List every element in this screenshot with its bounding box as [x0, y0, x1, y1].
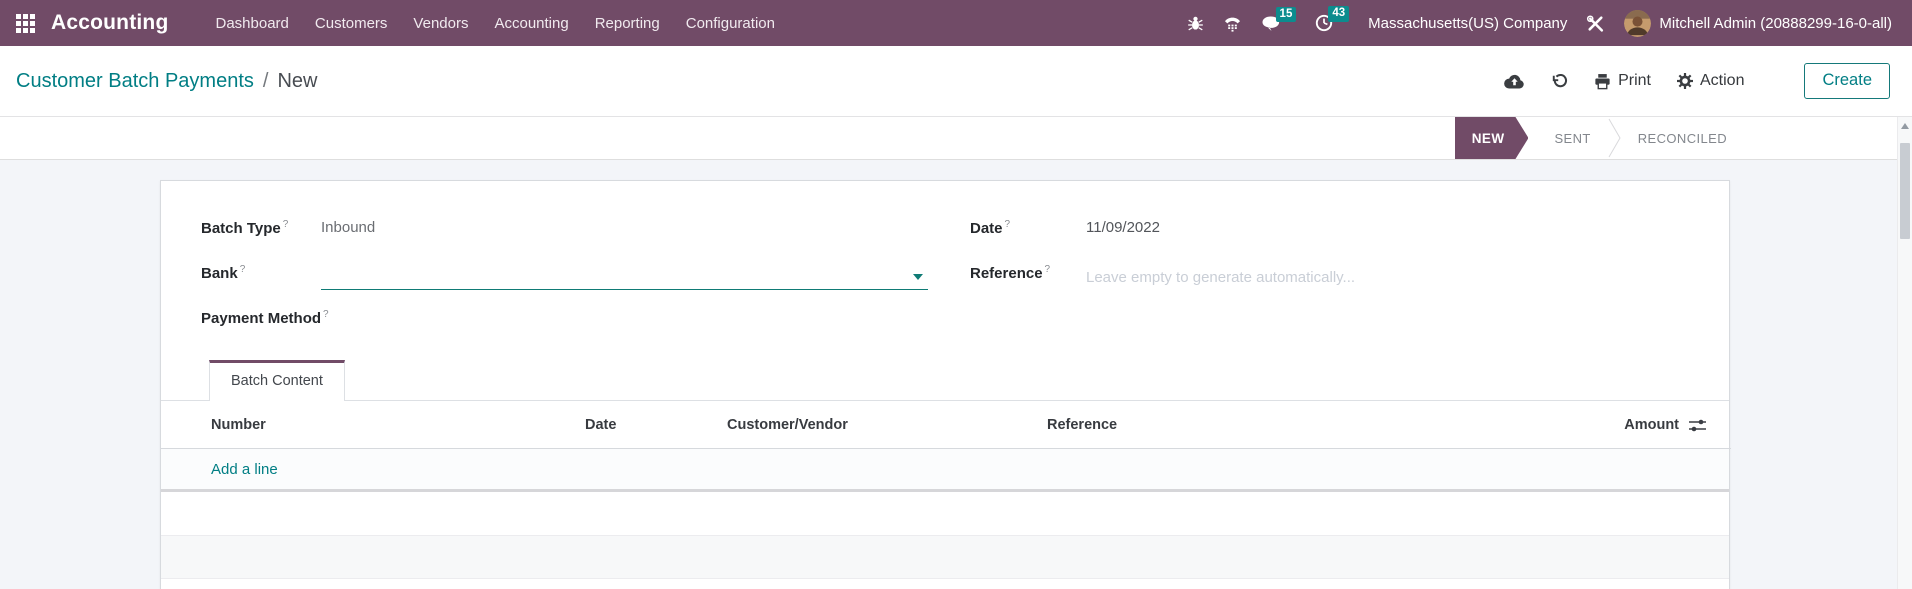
systray: 15 43 Massachusetts(US) Company Mitchell… [1187, 6, 1892, 37]
cloud-upload-icon[interactable] [1504, 74, 1525, 89]
empty-list-row [161, 536, 1729, 579]
bank-dropdown-caret-icon[interactable] [913, 274, 923, 280]
table-header-row: Number Date Customer/Vendor Reference Am… [161, 401, 1731, 449]
user-name: Mitchell Admin (20888299-16-0-all) [1659, 14, 1892, 32]
bank-input[interactable] [321, 264, 928, 290]
form-fields-grid: Batch Type? Inbound Bank? Payment Method… [201, 215, 1689, 350]
column-header-amount[interactable]: Amount [1563, 401, 1731, 449]
help-marker: ? [1004, 219, 1011, 230]
help-marker: ? [282, 219, 289, 230]
column-header-number[interactable]: Number [161, 401, 581, 449]
reference-label: Reference? [970, 264, 1051, 282]
field-row-bank: Bank? [201, 260, 928, 305]
debug-bug-icon[interactable] [1187, 15, 1204, 32]
message-count-badge: 15 [1275, 6, 1297, 23]
vertical-scrollbar[interactable] [1897, 117, 1912, 589]
breadcrumb-separator: / [262, 69, 269, 92]
status-separator-chevron [1608, 117, 1621, 159]
company-switcher[interactable]: Massachusetts(US) Company [1368, 15, 1567, 32]
optional-columns-icon[interactable] [1688, 418, 1707, 433]
control-panel-buttons: Print Action Create [1504, 63, 1890, 99]
status-step-reconciled[interactable]: RECONCILED [1621, 117, 1744, 159]
status-step-new[interactable]: NEW [1455, 117, 1529, 159]
breadcrumb-parent-link[interactable]: Customer Batch Payments [16, 70, 254, 93]
form-sheet: Batch Type? Inbound Bank? Payment Method… [160, 180, 1731, 589]
activities-clock-icon[interactable]: 43 [1315, 6, 1350, 32]
reference-input[interactable] [1086, 264, 1530, 290]
column-header-customer-vendor[interactable]: Customer/Vendor [723, 401, 1043, 449]
print-button[interactable]: Print [1594, 72, 1651, 90]
help-marker: ? [239, 264, 246, 275]
triangle-up-icon [1901, 123, 1909, 129]
activity-count-badge: 43 [1328, 6, 1350, 22]
date-label: Date? [970, 219, 1011, 237]
field-row-reference: Reference? [970, 260, 1530, 305]
batch-content-list: Number Date Customer/Vendor Reference Am… [161, 401, 1731, 579]
batch-content-table: Number Date Customer/Vendor Reference Am… [161, 401, 1731, 449]
nav-item-customers[interactable]: Customers [302, 8, 401, 39]
scrollbar-thumb[interactable] [1900, 143, 1910, 239]
status-step-sent[interactable]: SENT [1537, 117, 1607, 159]
nav-item-reporting[interactable]: Reporting [582, 8, 673, 39]
control-panel: Customer Batch Payments / New Print Acti… [0, 46, 1912, 117]
scroll-up-button[interactable] [1898, 117, 1912, 135]
action-button[interactable]: Action [1677, 72, 1744, 90]
user-avatar [1624, 9, 1652, 37]
tools-icon[interactable] [1586, 14, 1605, 33]
create-button[interactable]: Create [1804, 63, 1890, 99]
notebook-tabs: Batch Content [161, 360, 1729, 401]
bank-label: Bank? [201, 264, 246, 282]
print-label: Print [1618, 72, 1651, 89]
apps-menu-icon[interactable] [16, 13, 35, 33]
messages-icon[interactable]: 15 [1261, 6, 1297, 32]
column-header-reference[interactable]: Reference [1043, 401, 1563, 449]
date-value[interactable]: 11/09/2022 [1086, 219, 1160, 236]
field-row-date: Date? 11/09/2022 [970, 215, 1530, 260]
form-statusbar: NEW SENT RECONCILED [0, 117, 1912, 160]
add-a-line-link[interactable]: Add a line [211, 461, 278, 478]
help-marker: ? [1044, 264, 1051, 275]
content-area: Batch Type? Inbound Bank? Payment Method… [0, 160, 1897, 589]
user-menu[interactable]: Mitchell Admin (20888299-16-0-all) [1624, 9, 1892, 37]
nav-item-vendors[interactable]: Vendors [400, 8, 481, 39]
breadcrumb-current: New [277, 69, 318, 92]
top-navbar: Accounting Dashboard Customers Vendors A… [0, 0, 1912, 46]
column-header-date[interactable]: Date [581, 401, 723, 449]
nav-item-configuration[interactable]: Configuration [673, 8, 788, 39]
payment-method-label: Payment Method? [201, 309, 329, 327]
action-label: Action [1700, 72, 1745, 89]
payment-method-value[interactable] [321, 305, 928, 309]
help-marker: ? [323, 309, 329, 320]
printer-icon [1595, 73, 1610, 89]
odoo-accounting-window: Accounting Dashboard Customers Vendors A… [0, 0, 1912, 589]
batch-type-label: Batch Type? [201, 219, 289, 237]
field-row-batch-type: Batch Type? Inbound [201, 215, 928, 260]
voip-phone-icon[interactable] [1223, 15, 1242, 32]
gear-icon [1677, 73, 1693, 89]
app-name[interactable]: Accounting [51, 11, 169, 35]
nav-item-accounting[interactable]: Accounting [481, 8, 581, 39]
breadcrumb: Customer Batch Payments / New [16, 70, 317, 93]
add-line-row: Add a line [161, 449, 1729, 492]
main-menu: Dashboard Customers Vendors Accounting R… [203, 8, 788, 39]
batch-type-value[interactable]: Inbound [321, 219, 375, 236]
field-row-payment-method: Payment Method? [201, 305, 928, 350]
empty-list-row [161, 492, 1729, 536]
undo-icon[interactable] [1551, 73, 1568, 90]
tab-batch-content[interactable]: Batch Content [209, 360, 345, 401]
nav-item-dashboard[interactable]: Dashboard [203, 8, 302, 39]
